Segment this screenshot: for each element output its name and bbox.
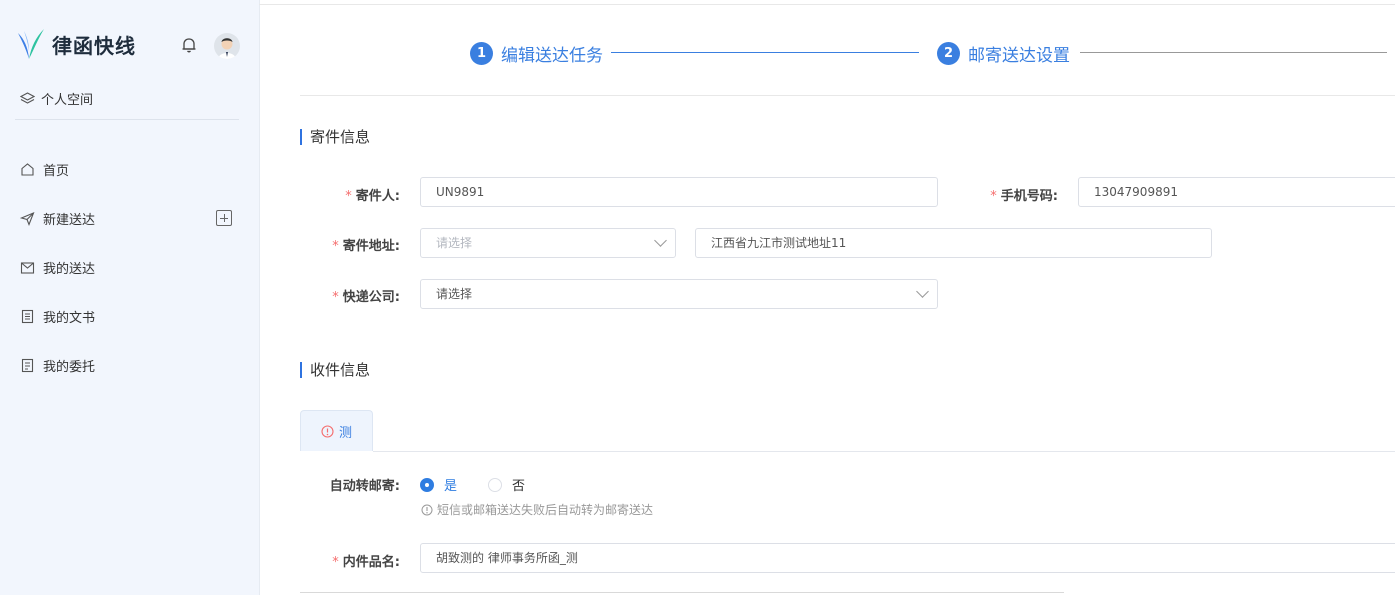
sidebar-item-home[interactable]: 首页 [20,160,69,179]
sidebar-item-label: 我的送达 [43,262,96,277]
personal-space-label: 个人空间 [41,93,94,108]
sidebar-item-my-commissions[interactable]: 我的委托 [20,356,95,375]
mail-icon [20,262,35,274]
sidebar-item-label: 首页 [43,164,70,179]
step-label: 编辑送达任务 [501,46,603,66]
step-1[interactable]: 1 编辑送达任务 [470,41,603,66]
hint-text: 短信或邮箱送达失败后自动转为邮寄送达 [437,503,654,517]
bell-icon[interactable] [180,36,198,54]
bottom-divider [300,592,1064,593]
sidebar-item-label: 我的文书 [43,311,96,326]
radio-dot [420,477,434,492]
item-name-label: * 内件品名: [332,555,400,570]
address-region-select[interactable]: 请选择 [420,228,676,258]
step-connector [1080,52,1387,53]
receiver-section-title: 收件信息 [300,362,370,378]
auto-mail-label: 自动转邮寄: [329,479,400,494]
logo-icon [18,29,44,59]
radio-dot [488,477,502,492]
step-number: 2 [937,42,960,65]
document-icon [21,309,34,324]
radio-yes[interactable]: 是 [420,475,457,494]
send-icon [20,211,35,226]
step-number: 1 [470,42,493,65]
file-list-icon [21,358,34,373]
sender-label: * 寄件人: [345,189,400,204]
item-name-input[interactable]: 胡致测的 律师事务所函_测 [420,543,1395,573]
avatar[interactable] [214,33,240,59]
step-connector-active [611,52,919,53]
tab-recipient[interactable]: 测 [300,410,373,451]
warning-circle-icon [321,424,334,438]
sidebar-item-label: 新建送达 [43,213,96,228]
sidebar-item-new-delivery[interactable]: 新建送达 [20,209,95,228]
chevron-down-icon [654,234,667,247]
phone-input[interactable]: 13047909891 [1078,177,1395,207]
step-2[interactable]: 2 邮寄送达设置 [937,41,1070,66]
sidebar-divider [15,119,239,120]
address-label: * 寄件地址: [332,239,400,254]
sidebar-item-my-deliveries[interactable]: 我的送达 [20,258,95,277]
courier-label: * 快递公司: [332,290,400,305]
step-label: 邮寄送达设置 [968,46,1070,66]
courier-select[interactable]: 请选择 [420,279,938,309]
select-placeholder: 请选择 [436,236,473,250]
info-icon [421,504,433,515]
brand-name: 律函快线 [52,33,136,58]
phone-label: * 手机号码: [990,189,1058,204]
radio-no[interactable]: 否 [488,475,525,494]
sidebar-item-my-documents[interactable]: 我的文书 [20,307,95,326]
radio-no-label: 否 [512,479,526,494]
personal-space[interactable]: 个人空间 [20,89,93,108]
sender-name-input[interactable]: UN9891 [420,177,938,207]
radio-yes-label: 是 [444,479,458,494]
top-border [259,4,1395,5]
sidebar-item-label: 我的委托 [43,360,96,375]
tab-underline [373,451,1395,452]
header-divider [300,95,1395,96]
home-icon [21,163,34,176]
brand[interactable]: 律函快线 [16,27,136,61]
sender-section-title: 寄件信息 [300,129,370,145]
layers-icon [20,91,35,104]
auto-mail-hint: 短信或邮箱送达失败后自动转为邮寄送达 [421,501,653,518]
select-value: 请选择 [436,287,473,301]
sidebar: 律函快线 个人空间 首页 新建送达 我的送达 我的文书 我的委托 [0,0,260,595]
add-delivery-button[interactable] [216,210,232,226]
chevron-down-icon [916,285,929,298]
tab-label: 测 [338,425,352,441]
address-detail-input[interactable]: 江西省九江市测试地址11 [695,228,1212,258]
